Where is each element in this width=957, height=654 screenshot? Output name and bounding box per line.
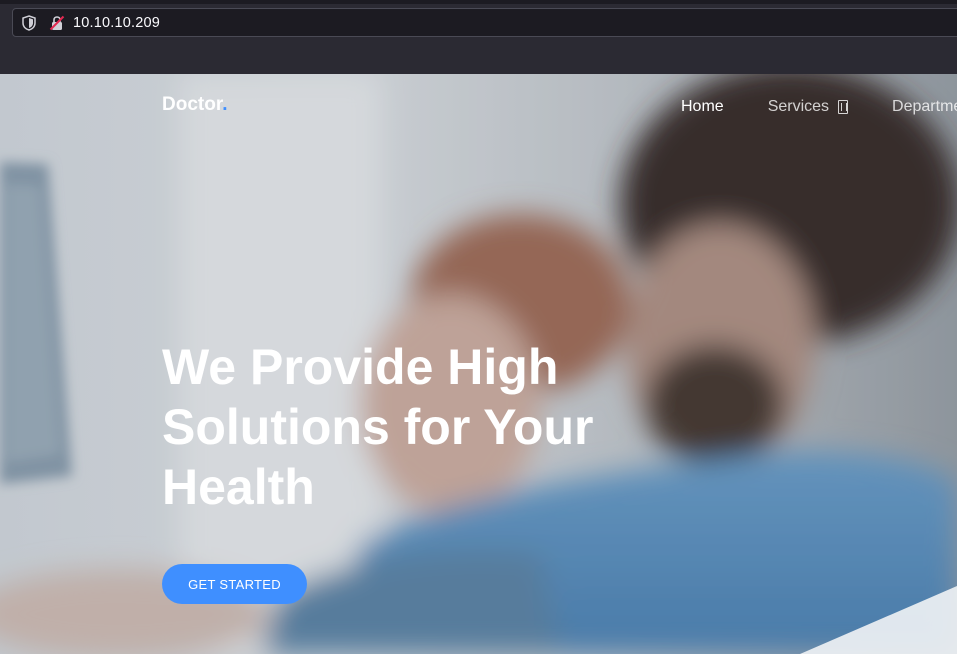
dropdown-icon <box>838 100 849 114</box>
site-logo[interactable]: Doctor. <box>162 94 227 116</box>
tab-strip <box>0 0 957 4</box>
browser-chrome: 10.10.10.209 <box>0 0 957 74</box>
bookmarks-toolbar <box>0 38 957 74</box>
logo-dot: . <box>222 94 228 115</box>
hero-title-line: Solutions for Your <box>162 399 594 455</box>
hero-title: We Provide High Solutions for Your Healt… <box>162 337 632 517</box>
main-nav: Home Services Department <box>681 98 957 116</box>
hero-title-line: Health <box>162 459 315 515</box>
tracking-protection-shield-icon[interactable] <box>22 15 36 31</box>
nav-item-home[interactable]: Home <box>681 98 724 116</box>
nav-item-department[interactable]: Department <box>892 98 957 116</box>
url-text[interactable]: 10.10.10.209 <box>73 15 160 31</box>
nav-item-label: Home <box>681 98 724 115</box>
logo-text: Doctor <box>162 94 223 115</box>
web-page: Doctor. Home Services Department We Prov… <box>0 74 957 654</box>
nav-item-label: Services <box>767 98 830 115</box>
get-started-button[interactable]: GET STARTED <box>162 564 307 604</box>
nav-item-services[interactable]: Services <box>767 98 849 116</box>
site-header: Doctor. Home Services Department <box>0 74 957 144</box>
nav-item-label: Department <box>892 98 957 115</box>
address-bar[interactable]: 10.10.10.209 <box>12 8 957 37</box>
hero-title-line: We Provide High <box>162 339 559 395</box>
insecure-connection-lock-icon[interactable] <box>49 15 65 31</box>
